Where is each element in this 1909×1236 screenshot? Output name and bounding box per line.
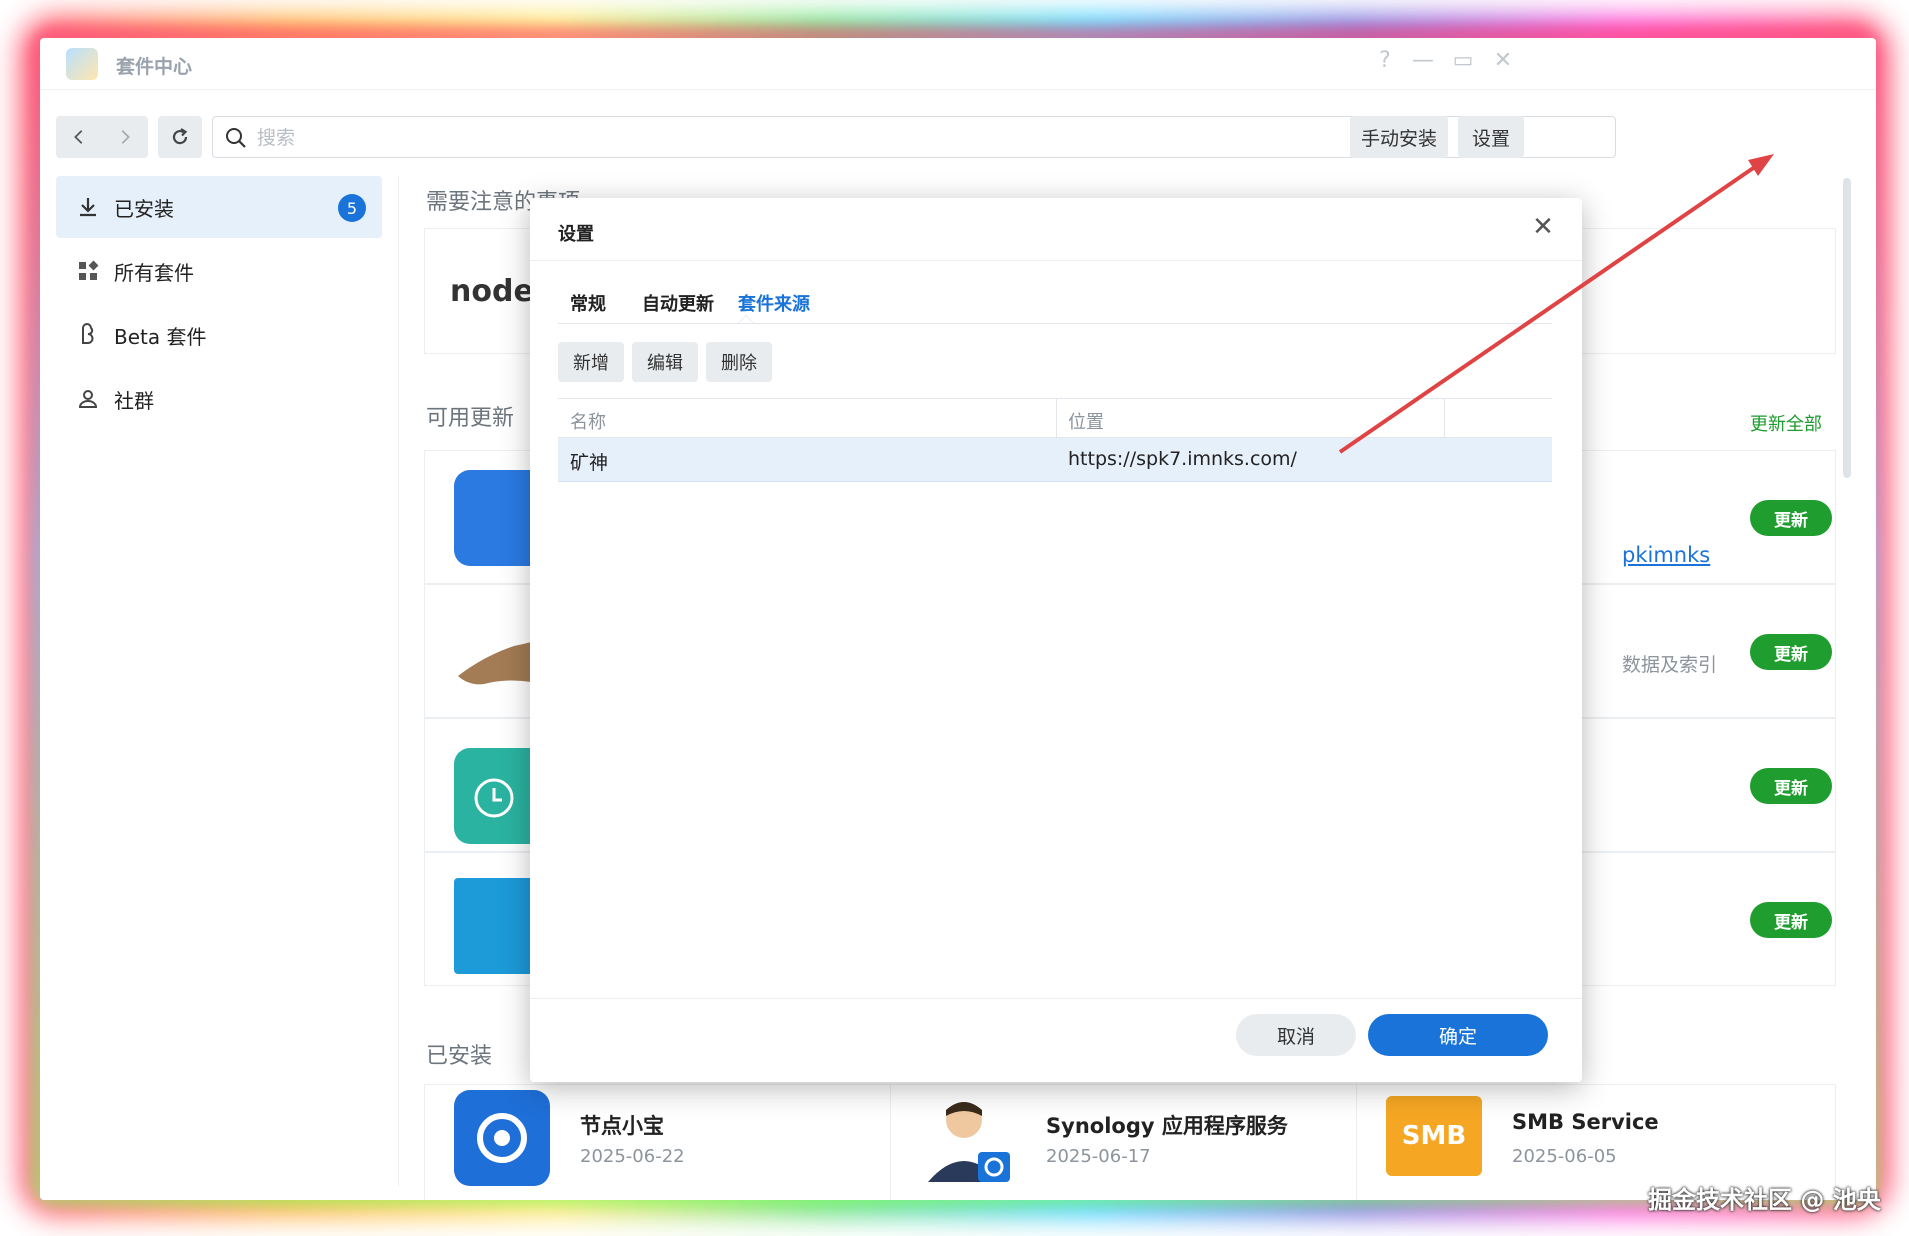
updates-section-title: 可用更新 [426, 406, 515, 431]
node-logo: node [450, 274, 534, 309]
sidebar-item-beta[interactable]: Beta 套件 [56, 304, 382, 366]
settings-button[interactable]: 设置 [1458, 116, 1524, 158]
delete-source-button[interactable]: 删除 [706, 342, 772, 382]
sidebar-item-all-packages[interactable]: 所有套件 [56, 240, 382, 302]
source-name-cell: 矿神 [570, 452, 609, 474]
dialog-title: 设置 [558, 224, 594, 245]
update-button[interactable]: 更新 [1750, 500, 1832, 536]
smb-icon-label: SMB [1401, 1121, 1467, 1151]
installed-count-badge: 5 [338, 194, 366, 222]
column-separator [1056, 399, 1057, 437]
manual-install-button[interactable]: 手动安装 [1350, 116, 1448, 158]
help-icon[interactable]: ? [1370, 48, 1400, 73]
chevron-left-icon [74, 130, 83, 144]
app-service-icon [920, 1090, 1016, 1186]
beta-icon [82, 323, 94, 344]
sidebar-item-installed[interactable]: 已安装 5 [56, 176, 382, 238]
smb-icon: SMB [1386, 1096, 1482, 1176]
column-location-header[interactable]: 位置 [1068, 408, 1104, 434]
title-bar: 套件中心 ? — ▭ ✕ [40, 38, 1876, 90]
sources-table: 名称 位置 矿神 https://spk7.imnks.com/ [558, 398, 1552, 482]
package-date: 2025-06-22 [580, 1146, 685, 1167]
tab-general[interactable]: 常规 [570, 290, 606, 316]
back-button[interactable] [56, 116, 102, 158]
developer-link[interactable]: pkimnks [1622, 543, 1710, 567]
update-button[interactable]: 更新 [1750, 902, 1832, 938]
update-button[interactable]: 更新 [1750, 768, 1832, 804]
package-center-logo-icon [66, 48, 98, 80]
main-scrollbar[interactable] [1843, 178, 1851, 478]
sidebar-item-label: Beta 套件 [114, 324, 207, 349]
ok-button[interactable]: 确定 [1368, 1014, 1548, 1056]
settings-dialog: 设置 ✕ 常规 自动更新 套件来源 新增 编辑 删除 名称 位置 矿神 http… [530, 198, 1582, 1082]
cancel-button[interactable]: 取消 [1236, 1014, 1356, 1056]
sidebar: 已安装 5 所有套件 Beta 套件 社群 [56, 176, 382, 432]
grid-divider [1356, 1084, 1357, 1200]
sidebar-item-label: 已安装 [114, 196, 174, 221]
package-name: Synology 应用程序服务 [1046, 1114, 1288, 1138]
sidebar-divider [398, 176, 399, 1186]
grid-divider [890, 1084, 891, 1200]
dialog-header-divider [530, 260, 1582, 261]
dialog-tabs: 常规 自动更新 套件来源 [558, 290, 1552, 324]
window-title: 套件中心 [116, 56, 193, 78]
package-description: 数据及索引 [1622, 654, 1718, 676]
grid-icon [79, 260, 99, 280]
download-icon [80, 198, 96, 217]
search-icon [226, 128, 246, 148]
maximize-icon[interactable]: ▭ [1448, 48, 1478, 73]
table-row[interactable]: 矿神 https://spk7.imnks.com/ [558, 438, 1552, 482]
community-icon [78, 390, 98, 408]
sidebar-item-label: 所有套件 [114, 260, 194, 285]
node-helper-icon [454, 1090, 550, 1186]
update-all-link[interactable]: 更新全部 [1750, 410, 1822, 436]
package-date: 2025-06-05 [1512, 1146, 1617, 1167]
watermark: 掘金技术社区 @ 池央 [1648, 1186, 1881, 1214]
forward-button[interactable] [102, 116, 148, 158]
package-name: SMB Service [1512, 1110, 1659, 1134]
installed-grid [424, 1084, 1836, 1200]
add-source-button[interactable]: 新增 [558, 342, 624, 382]
tab-auto-update[interactable]: 自动更新 [642, 290, 714, 316]
package-date: 2025-06-17 [1046, 1146, 1151, 1167]
refresh-icon [172, 128, 188, 145]
sidebar-item-label: 社群 [114, 388, 154, 413]
edit-source-button[interactable]: 编辑 [632, 342, 698, 382]
dialog-close-icon[interactable]: ✕ [1526, 212, 1560, 242]
history-nav [56, 116, 148, 158]
close-icon[interactable]: ✕ [1488, 48, 1518, 73]
update-button[interactable]: 更新 [1750, 634, 1832, 670]
chevron-right-icon [121, 130, 130, 144]
table-header: 名称 位置 [558, 398, 1552, 438]
installed-section-title: 已安装 [426, 1044, 493, 1069]
refresh-button[interactable] [158, 116, 202, 158]
dialog-footer-divider [530, 998, 1582, 999]
active-tab-caret [738, 315, 754, 323]
source-location-cell: https://spk7.imnks.com/ [1068, 448, 1297, 470]
minimize-icon[interactable]: — [1408, 48, 1438, 73]
package-name: 节点小宝 [580, 1114, 664, 1138]
column-separator [1444, 399, 1445, 437]
column-name-header[interactable]: 名称 [570, 408, 606, 434]
tab-package-sources[interactable]: 套件来源 [738, 290, 810, 316]
sidebar-item-community[interactable]: 社群 [56, 368, 382, 430]
